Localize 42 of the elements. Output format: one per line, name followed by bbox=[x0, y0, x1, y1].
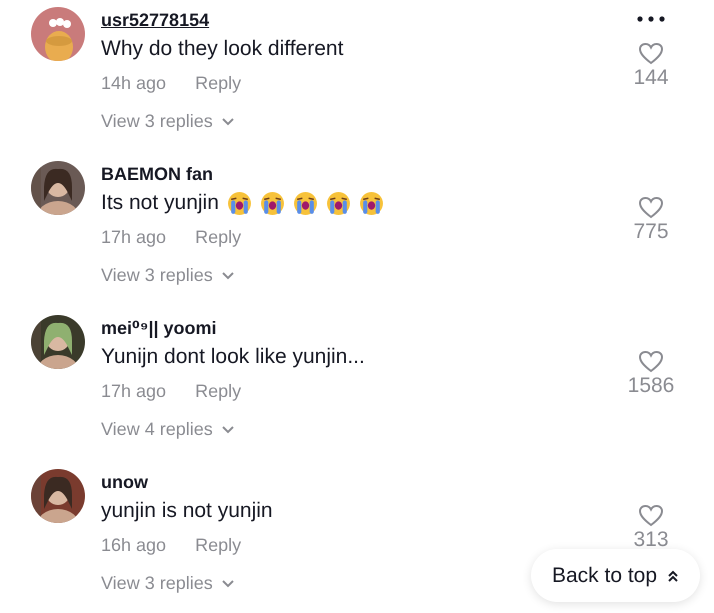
crying-face-icon bbox=[260, 190, 285, 216]
back-to-top-button[interactable]: Back to top bbox=[531, 549, 700, 602]
comment-text: yunjin is not yunjin bbox=[101, 498, 273, 524]
heart-icon bbox=[638, 42, 664, 65]
comment-text: Yunijn dont look like yunjin... bbox=[101, 344, 365, 370]
heart-icon bbox=[638, 504, 664, 527]
chevron-down-icon bbox=[220, 578, 235, 588]
view-replies-button[interactable]: View 3 replies bbox=[101, 108, 235, 134]
like-count: 775 bbox=[633, 219, 669, 245]
chevron-down-icon bbox=[220, 116, 235, 126]
crying-face-icon bbox=[358, 190, 384, 216]
view-replies-button[interactable]: View 4 replies bbox=[101, 416, 235, 442]
reply-button[interactable]: Reply bbox=[195, 532, 242, 558]
username-link[interactable]: mei⁰⁹|| yoomi bbox=[101, 315, 217, 341]
view-replies-button[interactable]: View 3 replies bbox=[101, 262, 235, 288]
username-link[interactable]: usr52778154 bbox=[101, 7, 210, 33]
chevron-down-icon bbox=[220, 424, 235, 434]
like-button[interactable] bbox=[638, 504, 664, 527]
double-chevron-up-icon bbox=[667, 568, 680, 582]
like-button[interactable] bbox=[638, 350, 664, 373]
timestamp: 14h ago bbox=[101, 72, 166, 95]
timestamp: 16h ago bbox=[101, 534, 166, 557]
username-link[interactable]: BAEMON fan bbox=[101, 161, 213, 187]
reply-button[interactable]: Reply bbox=[195, 70, 242, 96]
like-count: 1586 bbox=[628, 373, 674, 399]
heart-icon bbox=[638, 196, 664, 219]
like-button[interactable] bbox=[638, 42, 664, 65]
crying-face-icon bbox=[226, 190, 252, 216]
timestamp: 17h ago bbox=[101, 380, 166, 403]
crying-face-icon bbox=[292, 190, 318, 216]
chevron-down-icon bbox=[220, 270, 235, 280]
like-count: 144 bbox=[633, 65, 669, 91]
username-link[interactable]: unow bbox=[101, 469, 148, 495]
like-button[interactable] bbox=[638, 196, 664, 219]
view-replies-button[interactable]: View 3 replies bbox=[101, 570, 235, 596]
comment-text: Why do they look different bbox=[101, 36, 344, 62]
reply-button[interactable]: Reply bbox=[195, 378, 242, 404]
heart-icon bbox=[638, 350, 664, 373]
timestamp: 17h ago bbox=[101, 226, 166, 249]
reply-button[interactable]: Reply bbox=[195, 224, 242, 250]
comment-text: Its not yunjin bbox=[101, 190, 219, 216]
crying-face-icon bbox=[326, 190, 351, 216]
